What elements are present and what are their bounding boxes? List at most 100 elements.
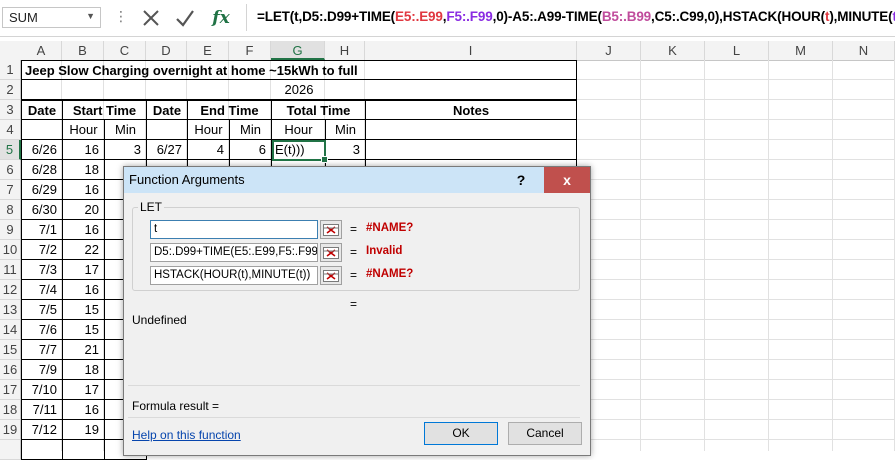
cell-b5[interactable]: 16 <box>62 140 105 160</box>
row-header-8[interactable]: 8 <box>0 200 21 220</box>
cell-e5[interactable]: 4 <box>187 140 230 160</box>
row-header-13[interactable]: 13 <box>0 300 21 320</box>
cell-start-hour[interactable]: 22 <box>62 240 105 260</box>
arg3-collapse-button[interactable] <box>320 266 342 285</box>
title-cell[interactable]: Jeep Slow Charging overnight at home ~15… <box>21 60 577 80</box>
row-header-9[interactable]: 9 <box>0 220 21 240</box>
column-header-f[interactable]: F <box>229 41 271 60</box>
dialog-help-button[interactable]: ? <box>498 167 544 193</box>
cell-start-hour[interactable]: 16 <box>62 400 105 420</box>
header-start-time[interactable]: Start Time <box>62 100 147 120</box>
cell-h5[interactable]: 3 <box>325 140 366 160</box>
cell-date[interactable]: 7/2 <box>21 240 63 260</box>
sub-header-min-start[interactable]: Min <box>104 120 147 140</box>
header-end-time[interactable]: End Time <box>187 100 272 120</box>
row-header-2[interactable]: 2 <box>0 80 21 100</box>
row-header-17[interactable]: 17 <box>0 380 21 400</box>
cell-date[interactable]: 7/6 <box>21 320 63 340</box>
cell-date[interactable]: 6/30 <box>21 200 63 220</box>
chevron-down-icon[interactable]: ▼ <box>86 11 95 21</box>
cell-start-hour[interactable]: 17 <box>62 380 105 400</box>
cell-date[interactable]: 7/12 <box>21 420 63 440</box>
dialog-close-button[interactable]: x <box>544 167 590 193</box>
vertical-dots-icon[interactable]: ⋮ <box>114 8 128 25</box>
column-header-d[interactable]: D <box>146 41 187 60</box>
column-header-e[interactable]: E <box>187 41 229 60</box>
column-header-c[interactable]: C <box>104 41 146 60</box>
arg1-collapse-button[interactable] <box>320 220 342 239</box>
cell-date[interactable]: 7/11 <box>21 400 63 420</box>
cell-date[interactable]: 7/10 <box>21 380 63 400</box>
cell-d5[interactable]: 6/27 <box>146 140 188 160</box>
row-header-6[interactable]: 6 <box>0 160 21 180</box>
header-date-2[interactable]: Date <box>146 100 188 120</box>
name-box[interactable]: SUM ▼ <box>2 7 101 28</box>
cell-date[interactable]: 7/1 <box>21 220 63 240</box>
cell-start-hour[interactable]: 15 <box>62 300 105 320</box>
row-header-15[interactable]: 15 <box>0 340 21 360</box>
row-header-18[interactable]: 18 <box>0 400 21 420</box>
column-header-k[interactable]: K <box>641 41 705 60</box>
row-header-10[interactable]: 10 <box>0 240 21 260</box>
row-header-14[interactable]: 14 <box>0 320 21 340</box>
cell-c5[interactable]: 3 <box>104 140 147 160</box>
sub-header-hour-start[interactable]: Hour <box>62 120 105 140</box>
arg3-input[interactable]: HSTACK(HOUR(t),MINUTE(t)) <box>150 266 318 285</box>
sub-header-hour-total[interactable]: Hour <box>271 120 326 140</box>
sub-header-blank-d[interactable] <box>146 120 188 140</box>
sub-header-blank-a[interactable] <box>21 120 63 140</box>
cell-date[interactable]: 7/9 <box>21 360 63 380</box>
cell-start-hour[interactable]: 17 <box>62 260 105 280</box>
column-header-m[interactable]: M <box>769 41 833 60</box>
row-header-3[interactable]: 3 <box>0 100 21 120</box>
cell-start-hour[interactable]: 20 <box>62 200 105 220</box>
help-on-function-link[interactable]: Help on this function <box>132 428 241 442</box>
row-header-4[interactable]: 4 <box>0 120 21 140</box>
cell-date[interactable]: 7/3 <box>21 260 63 280</box>
cell-start-hour[interactable]: 18 <box>62 360 105 380</box>
column-header-g[interactable]: G <box>271 41 325 60</box>
column-header-n[interactable]: N <box>833 41 895 60</box>
sub-header-hour-end[interactable]: Hour <box>187 120 230 140</box>
row-header-1[interactable]: 1 <box>0 60 21 80</box>
arg2-input[interactable]: D5:.D99+TIME(E5:.E99,F5:.F99,0) <box>150 243 318 262</box>
formula-input[interactable]: =LET(t,D5:.D99+TIME(E5:.E99,F5:.F99,0)-A… <box>246 4 895 31</box>
sub-header-min-end[interactable]: Min <box>229 120 272 140</box>
column-header-h[interactable]: H <box>325 41 365 60</box>
cell-date[interactable]: 6/29 <box>21 180 63 200</box>
column-header-l[interactable]: L <box>705 41 769 60</box>
cell-start-hour[interactable]: 16 <box>62 220 105 240</box>
row-header-partial[interactable] <box>0 440 21 460</box>
fill-handle[interactable] <box>321 156 328 163</box>
cell[interactable] <box>62 440 105 460</box>
column-header-b[interactable]: B <box>62 41 104 60</box>
row-header-7[interactable]: 7 <box>0 180 21 200</box>
cell-i5[interactable] <box>365 140 577 160</box>
cell-date[interactable]: 7/5 <box>21 300 63 320</box>
cancel-entry-button[interactable] <box>138 4 164 32</box>
column-header-i[interactable]: I <box>365 41 577 60</box>
cell-a5[interactable]: 6/26 <box>21 140 63 160</box>
insert-function-button[interactable]: fx <box>208 4 234 32</box>
cell-start-hour[interactable]: 15 <box>62 320 105 340</box>
cell-start-hour[interactable]: 21 <box>62 340 105 360</box>
column-header-a[interactable]: A <box>21 41 62 60</box>
cell[interactable] <box>21 440 63 460</box>
arg2-collapse-button[interactable] <box>320 243 342 262</box>
cell-start-hour[interactable]: 16 <box>62 280 105 300</box>
row-header-5[interactable]: 5 <box>0 140 21 160</box>
cell-start-hour[interactable]: 16 <box>62 180 105 200</box>
row-header-16[interactable]: 16 <box>0 360 21 380</box>
cell-date[interactable]: 7/7 <box>21 340 63 360</box>
cell-start-hour[interactable]: 19 <box>62 420 105 440</box>
confirm-entry-button[interactable] <box>172 4 198 32</box>
cancel-button[interactable]: Cancel <box>508 422 582 445</box>
arg1-input[interactable]: t <box>150 220 318 239</box>
row-header-19[interactable]: 19 <box>0 420 21 440</box>
header-date[interactable]: Date <box>21 100 63 120</box>
cell-f5[interactable]: 6 <box>229 140 272 160</box>
sub-header-blank-notes[interactable] <box>365 120 577 140</box>
column-header-j[interactable]: J <box>577 41 641 60</box>
cell-start-hour[interactable]: 18 <box>62 160 105 180</box>
sub-header-min-total[interactable]: Min <box>325 120 366 140</box>
